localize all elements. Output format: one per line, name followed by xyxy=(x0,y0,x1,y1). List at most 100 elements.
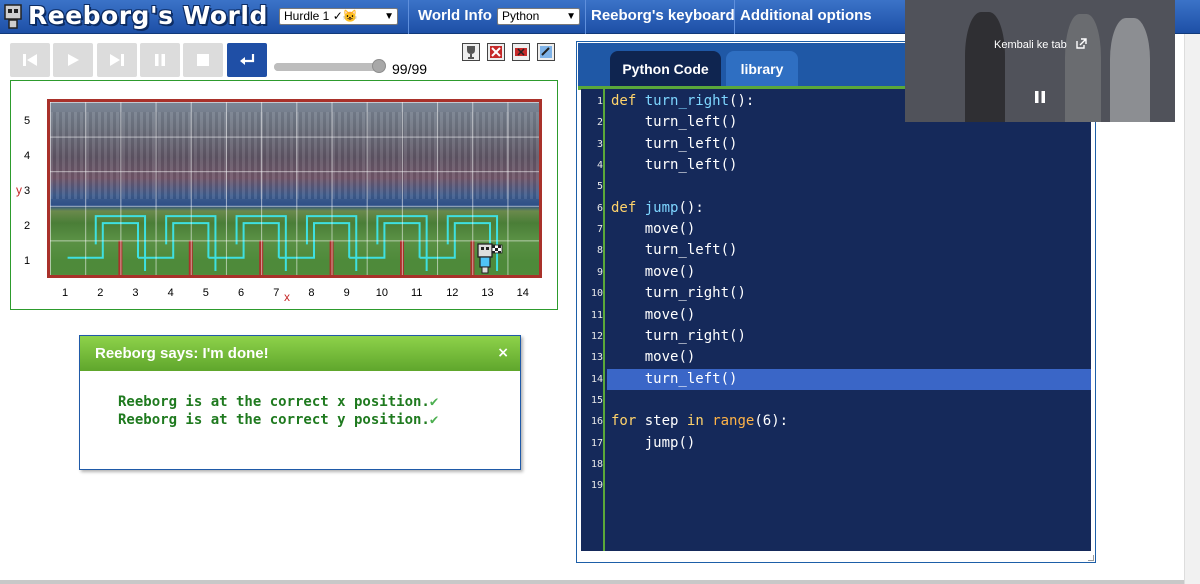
y-axis-letter: y xyxy=(16,183,22,197)
resize-handle[interactable] xyxy=(1088,555,1094,561)
code-line[interactable]: turn_left() xyxy=(611,155,738,176)
line-number: 1 xyxy=(596,96,603,107)
x-tick-label: 5 xyxy=(202,287,209,299)
reverse-step-button[interactable] xyxy=(10,43,50,77)
pause-button[interactable] xyxy=(140,43,180,77)
code-token: ) xyxy=(686,349,696,366)
pause-icon[interactable] xyxy=(1034,90,1046,104)
world-select-value: Hurdle 1 ✓😺 xyxy=(284,9,358,23)
horizontal-scrollbar[interactable] xyxy=(0,580,1184,584)
code-line[interactable]: turn_right() xyxy=(611,283,746,304)
y-tick-label: 1 xyxy=(24,255,31,267)
code-token: for xyxy=(611,413,637,430)
trophy-icon[interactable] xyxy=(462,43,480,61)
code-token: ) xyxy=(729,135,738,152)
code-line[interactable]: move() xyxy=(611,219,696,240)
back-to-tab-button[interactable]: Kembali ke tab xyxy=(994,38,1087,51)
code-line[interactable]: for step in range(6): xyxy=(611,411,788,432)
code-line[interactable]: def jump(): xyxy=(611,198,704,219)
world-wall-icon[interactable] xyxy=(512,43,530,61)
language-select[interactable]: Python ▼ xyxy=(497,8,580,25)
code-token: ( xyxy=(720,135,730,152)
reeborg-message-dialog: Reeborg says: I'm done! × Reeborg is at … xyxy=(79,335,521,470)
world-canvas[interactable] xyxy=(47,99,542,278)
reload-button[interactable] xyxy=(227,43,267,77)
code-token: turn_left xyxy=(644,370,721,387)
speed-slider[interactable] xyxy=(274,59,386,73)
code-line[interactable]: turn_left() xyxy=(611,240,738,261)
checkmark-icon: ✔ xyxy=(429,394,439,410)
run-button[interactable] xyxy=(53,43,93,77)
line-number: 12 xyxy=(590,330,603,342)
code-token: turn_right xyxy=(644,285,730,302)
code-token: ) xyxy=(737,285,746,302)
code-token: ) xyxy=(737,327,746,344)
line-number: 17 xyxy=(590,437,603,449)
code-token: turn_left xyxy=(644,242,721,259)
code-line[interactable]: move() xyxy=(611,305,696,326)
code-line[interactable]: move() xyxy=(611,347,696,368)
x-tick-label: 8 xyxy=(308,287,315,299)
line-number: 11 xyxy=(590,309,603,321)
code-line[interactable]: turn_left() xyxy=(611,369,738,390)
close-icon[interactable]: × xyxy=(497,336,509,371)
language-select-value: Python xyxy=(502,9,540,23)
message-text: Reeborg is at the correct x position. xyxy=(118,394,430,410)
line-number: 16 xyxy=(590,416,603,428)
edit-world-icon[interactable] xyxy=(537,43,555,61)
divider xyxy=(734,0,735,34)
app-title: Reeborg's World xyxy=(28,1,268,30)
stop-button[interactable] xyxy=(183,43,223,77)
code-token: turn_right xyxy=(644,93,730,109)
line-number: 8 xyxy=(596,245,603,257)
picture-in-picture-video[interactable]: Kembali ke tab xyxy=(905,0,1175,122)
code-token: in xyxy=(686,413,704,430)
reverse-step-icon xyxy=(23,54,37,66)
y-tick-label: 4 xyxy=(24,150,31,162)
page-scrollbar[interactable] xyxy=(1184,34,1200,584)
y-tick-label: 2 xyxy=(24,220,31,232)
slider-thumb[interactable] xyxy=(372,59,386,73)
additional-options-button[interactable]: Additional options xyxy=(736,0,876,34)
x-tick-label: 2 xyxy=(97,287,104,299)
code-line[interactable]: turn_left() xyxy=(611,112,738,133)
code-token: ) xyxy=(729,157,738,174)
tab-library[interactable]: library xyxy=(726,51,798,87)
line-number: 4 xyxy=(596,160,603,172)
code-token: ( xyxy=(720,242,730,259)
world-select[interactable]: Hurdle 1 ✓😺 ▼ xyxy=(279,8,398,25)
external-link-icon xyxy=(1076,38,1087,49)
line-number: 3 xyxy=(596,138,603,150)
code-line[interactable]: turn_left() xyxy=(611,134,738,155)
code-token: ( xyxy=(678,199,687,216)
message-text: Reeborg is at the correct y position. xyxy=(118,412,430,428)
wall-icon[interactable] xyxy=(487,43,505,61)
step-button[interactable] xyxy=(97,43,137,77)
world-info-button[interactable]: World Info xyxy=(414,0,496,34)
x-tick-label: 11 xyxy=(411,287,423,299)
keyboard-button[interactable]: Reeborg's keyboard xyxy=(587,0,739,34)
code-area[interactable]: 1 def turn_right(): 2 turn_left() 3 turn_le… xyxy=(581,89,1091,551)
code-line[interactable]: move() xyxy=(611,262,696,283)
tab-python-code[interactable]: Python Code xyxy=(610,51,721,87)
x-tick-label: 1 xyxy=(62,287,69,299)
code-token: ( xyxy=(678,306,687,323)
divider xyxy=(585,0,586,34)
code-token: jump xyxy=(644,199,679,216)
code-line[interactable]: turn_right() xyxy=(611,326,746,347)
code-token: move xyxy=(644,306,679,323)
code-token: ) xyxy=(737,93,746,109)
code-token: ( xyxy=(678,434,687,451)
code-token: ( xyxy=(720,370,730,387)
return-icon xyxy=(240,54,255,65)
code-line[interactable]: def turn_right(): xyxy=(611,91,754,112)
chevron-down-icon: ▼ xyxy=(566,11,576,22)
pause-icon xyxy=(155,54,165,66)
code-line[interactable]: jump() xyxy=(611,433,696,454)
